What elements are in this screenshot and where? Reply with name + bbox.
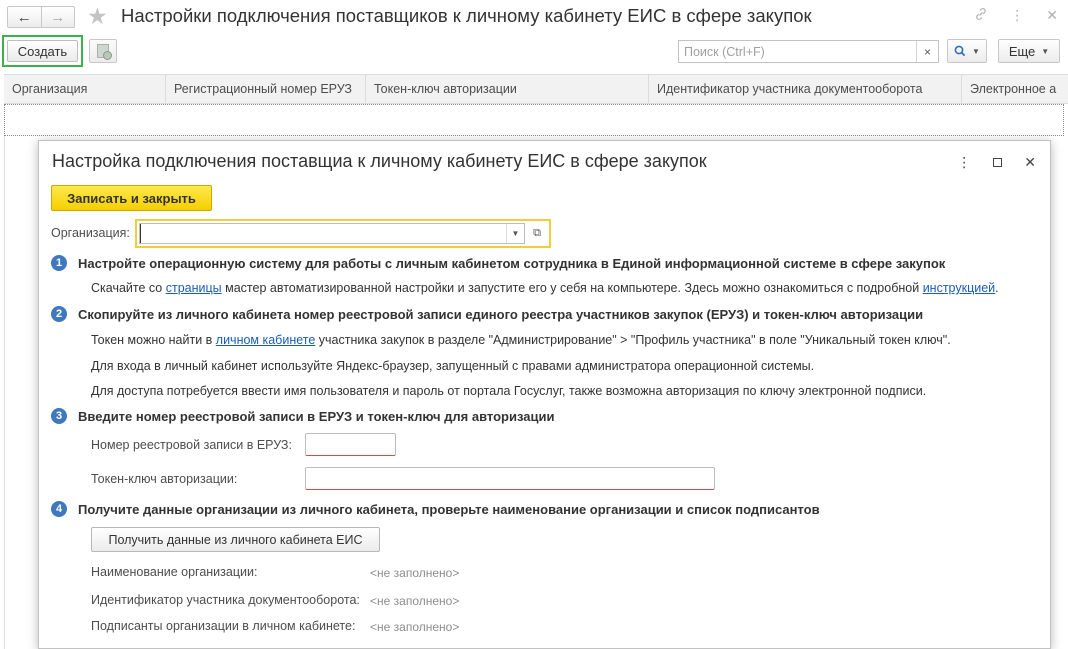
step-number-badge: 4 [51,501,67,517]
search-button[interactable]: ▼ [947,39,987,63]
kebab-menu-icon[interactable]: ⋮ [1010,7,1024,24]
create-button[interactable]: Создать [7,40,78,62]
organization-field: ▼ ⧉ [135,219,551,248]
step-4: 4 Получите данные организации из личного… [51,501,820,517]
personal-cabinet-link[interactable]: личном кабинете [216,333,316,347]
window-title: Настройки подключения поставщиков к личн… [121,5,812,26]
open-icon[interactable]: ⧉ [527,223,547,244]
more-button[interactable]: Еще ▼ [998,39,1060,63]
search-icon [954,45,966,57]
eruz-number-label: Номер реестровой записи в ЕРУЗ: [91,438,292,452]
table-border [4,136,5,649]
maximize-icon[interactable] [993,158,1003,167]
close-icon[interactable]: ✕ [1046,7,1058,24]
get-data-button[interactable]: Получить данные из личного кабинета ЕИС [91,527,380,552]
window-controls: ⋮ ✕ [974,7,1058,24]
page-link[interactable]: страницы [166,281,222,295]
step-3: 3 Введите номер реестровой записи в ЕРУЗ… [51,408,554,424]
chevron-down-icon[interactable]: ▼ [506,224,524,243]
organization-label: Организация: [51,226,130,240]
column-header-electronic[interactable]: Электронное а [962,75,1068,103]
token-label: Токен-ключ авторизации: [91,472,238,486]
back-arrow-icon[interactable]: ← [8,7,41,27]
chevron-down-icon: ▼ [1041,46,1050,56]
chevron-down-icon: ▼ [972,46,980,56]
step-2-text-3: Для доступа потребуется ввести имя польз… [91,384,927,398]
org-name-value[interactable]: <не заполнено> [370,566,459,580]
token-input[interactable] [305,467,715,490]
organization-input-wrap: ▼ [139,223,525,244]
copy-document-icon [97,44,112,60]
step-title: Настройте операционную систему для работ… [78,255,946,271]
eruz-number-input[interactable] [305,433,396,456]
setup-dialog: Настройка подключения поставщиа к личном… [38,140,1051,649]
step-title: Получите данные организации из личного к… [78,501,820,517]
step-1-text: Скачайте со страницы мастер автоматизиро… [91,281,999,295]
dialog-title: Настройка подключения поставщиа к личном… [52,151,707,171]
search-box: × [678,40,939,63]
table-row[interactable] [4,104,1064,136]
link-icon[interactable] [974,7,988,24]
step-2-text-2: Для входа в личный кабинет используйте Я… [91,359,815,373]
column-header-participant-id[interactable]: Идентификатор участника документооборота [649,75,962,103]
signers-value[interactable]: <не заполнено> [370,620,459,634]
instruction-link[interactable]: инструкцией [923,281,995,295]
step-2: 2 Скопируйте из личного кабинета номер р… [51,306,923,322]
navigation-buttons: ← → [7,6,75,28]
step-2-text-1: Токен можно найти в личном кабинете учас… [91,333,951,347]
step-number-badge: 1 [51,255,67,271]
step-title: Скопируйте из личного кабинета номер рее… [78,306,924,322]
dialog-controls: ⋮ ✕ [957,154,1036,171]
close-icon[interactable]: ✕ [1024,154,1036,171]
participant-id-label: Идентификатор участника документооборота… [91,593,360,607]
step-number-badge: 3 [51,408,67,424]
search-input[interactable] [679,41,916,62]
favorite-star-icon[interactable]: ★ [87,3,108,29]
save-and-close-button[interactable]: Записать и закрыть [51,185,212,211]
signers-label: Подписанты организации в личном кабинете… [91,619,356,633]
participant-id-value[interactable]: <не заполнено> [370,594,459,608]
forward-arrow-icon[interactable]: → [40,7,75,27]
organization-input[interactable] [140,224,506,243]
column-header-token[interactable]: Токен-ключ авторизации [366,75,649,103]
search-clear-icon[interactable]: × [916,41,938,62]
kebab-menu-icon[interactable]: ⋮ [957,154,971,171]
window-header: ← → ★ Настройки подключения поставщиков … [0,0,1068,34]
step-1: 1 Настройте операционную систему для раб… [51,255,945,271]
copy-button[interactable] [89,39,117,63]
table-header: Организация Регистрационный номер ЕРУЗ Т… [4,74,1068,104]
create-button-highlight: Создать [2,35,83,67]
column-header-organization[interactable]: Организация [4,75,166,103]
org-name-label: Наименование организации: [91,565,258,579]
step-title: Введите номер реестровой записи в ЕРУЗ и… [78,408,555,424]
step-number-badge: 2 [51,306,67,322]
column-header-eruz-number[interactable]: Регистрационный номер ЕРУЗ [166,75,366,103]
more-button-label: Еще [1008,43,1036,59]
